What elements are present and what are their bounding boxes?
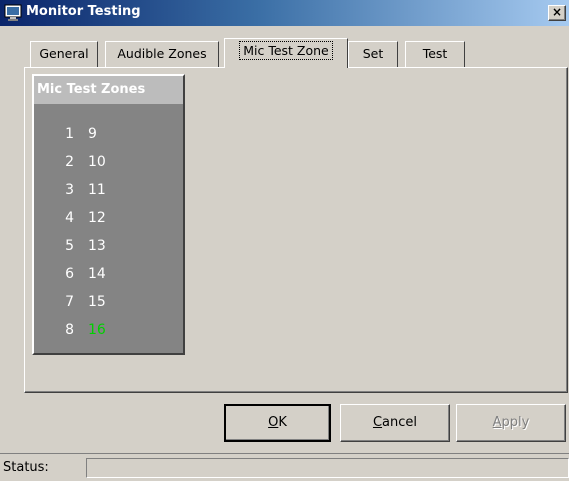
zone-row: 4 12 [58,204,178,232]
status-bar: Status: [0,453,569,481]
zone-16[interactable]: 16 [88,316,106,344]
cancel-mnemonic: C [372,415,383,430]
tab-general[interactable]: General [30,41,98,67]
window-title: Monitor Testing [26,4,141,19]
tab-mic-test-zone[interactable]: Mic Test Zone [224,38,348,68]
ok-label-rest: K [278,415,287,430]
apply-mnemonic: A [492,415,502,430]
tab-label: Audible Zones [117,46,207,61]
zone-7[interactable]: 7 [58,288,74,316]
zone-14[interactable]: 14 [88,260,106,288]
status-field [86,458,569,478]
zone-row: 7 15 [58,288,178,316]
zone-11[interactable]: 11 [88,176,106,204]
cancel-label-rest: ancel [382,415,418,430]
tab-label: Test [422,46,448,61]
tab-label: General [39,46,89,61]
mic-test-zones-title: Mic Test Zones [34,76,183,104]
tab-test[interactable]: Test [405,41,465,67]
apply-button[interactable]: Apply [456,404,566,442]
ok-button[interactable]: OK [224,404,331,442]
zone-10[interactable]: 10 [88,148,106,176]
tab-label: Set [362,46,384,61]
zone-row: 5 13 [58,232,178,260]
zone-8[interactable]: 8 [58,316,74,344]
zone-row: 8 16 [58,316,178,344]
apply-label-rest: pply [501,415,530,430]
close-button[interactable]: × [548,5,566,21]
zone-15[interactable]: 15 [88,288,106,316]
zone-5[interactable]: 5 [58,232,74,260]
zone-row: 3 11 [58,176,178,204]
close-icon: × [551,5,563,19]
zone-row: 6 14 [58,260,178,288]
zone-1[interactable]: 1 [58,120,74,148]
status-label: Status: [3,460,49,475]
monitor-icon [4,4,22,22]
tab-audible-zones[interactable]: Audible Zones [105,41,219,67]
title-bar[interactable]: Monitor Testing × [0,0,569,26]
ok-mnemonic: O [268,415,279,430]
zone-12[interactable]: 12 [88,204,106,232]
zone-row: 2 10 [58,148,178,176]
cancel-button[interactable]: Cancel [340,404,450,442]
zone-2[interactable]: 2 [58,148,74,176]
zone-row: 1 9 [58,120,178,148]
zone-4[interactable]: 4 [58,204,74,232]
zone-9[interactable]: 9 [88,120,97,148]
zone-6[interactable]: 6 [58,260,74,288]
tab-set[interactable]: Set [348,41,398,67]
zone-3[interactable]: 3 [58,176,74,204]
zone-13[interactable]: 13 [88,232,106,260]
tab-label: Mic Test Zone [239,41,333,60]
mic-test-zones-panel: Mic Test Zones 1 9 2 10 3 11 4 12 5 13 6… [32,74,185,355]
